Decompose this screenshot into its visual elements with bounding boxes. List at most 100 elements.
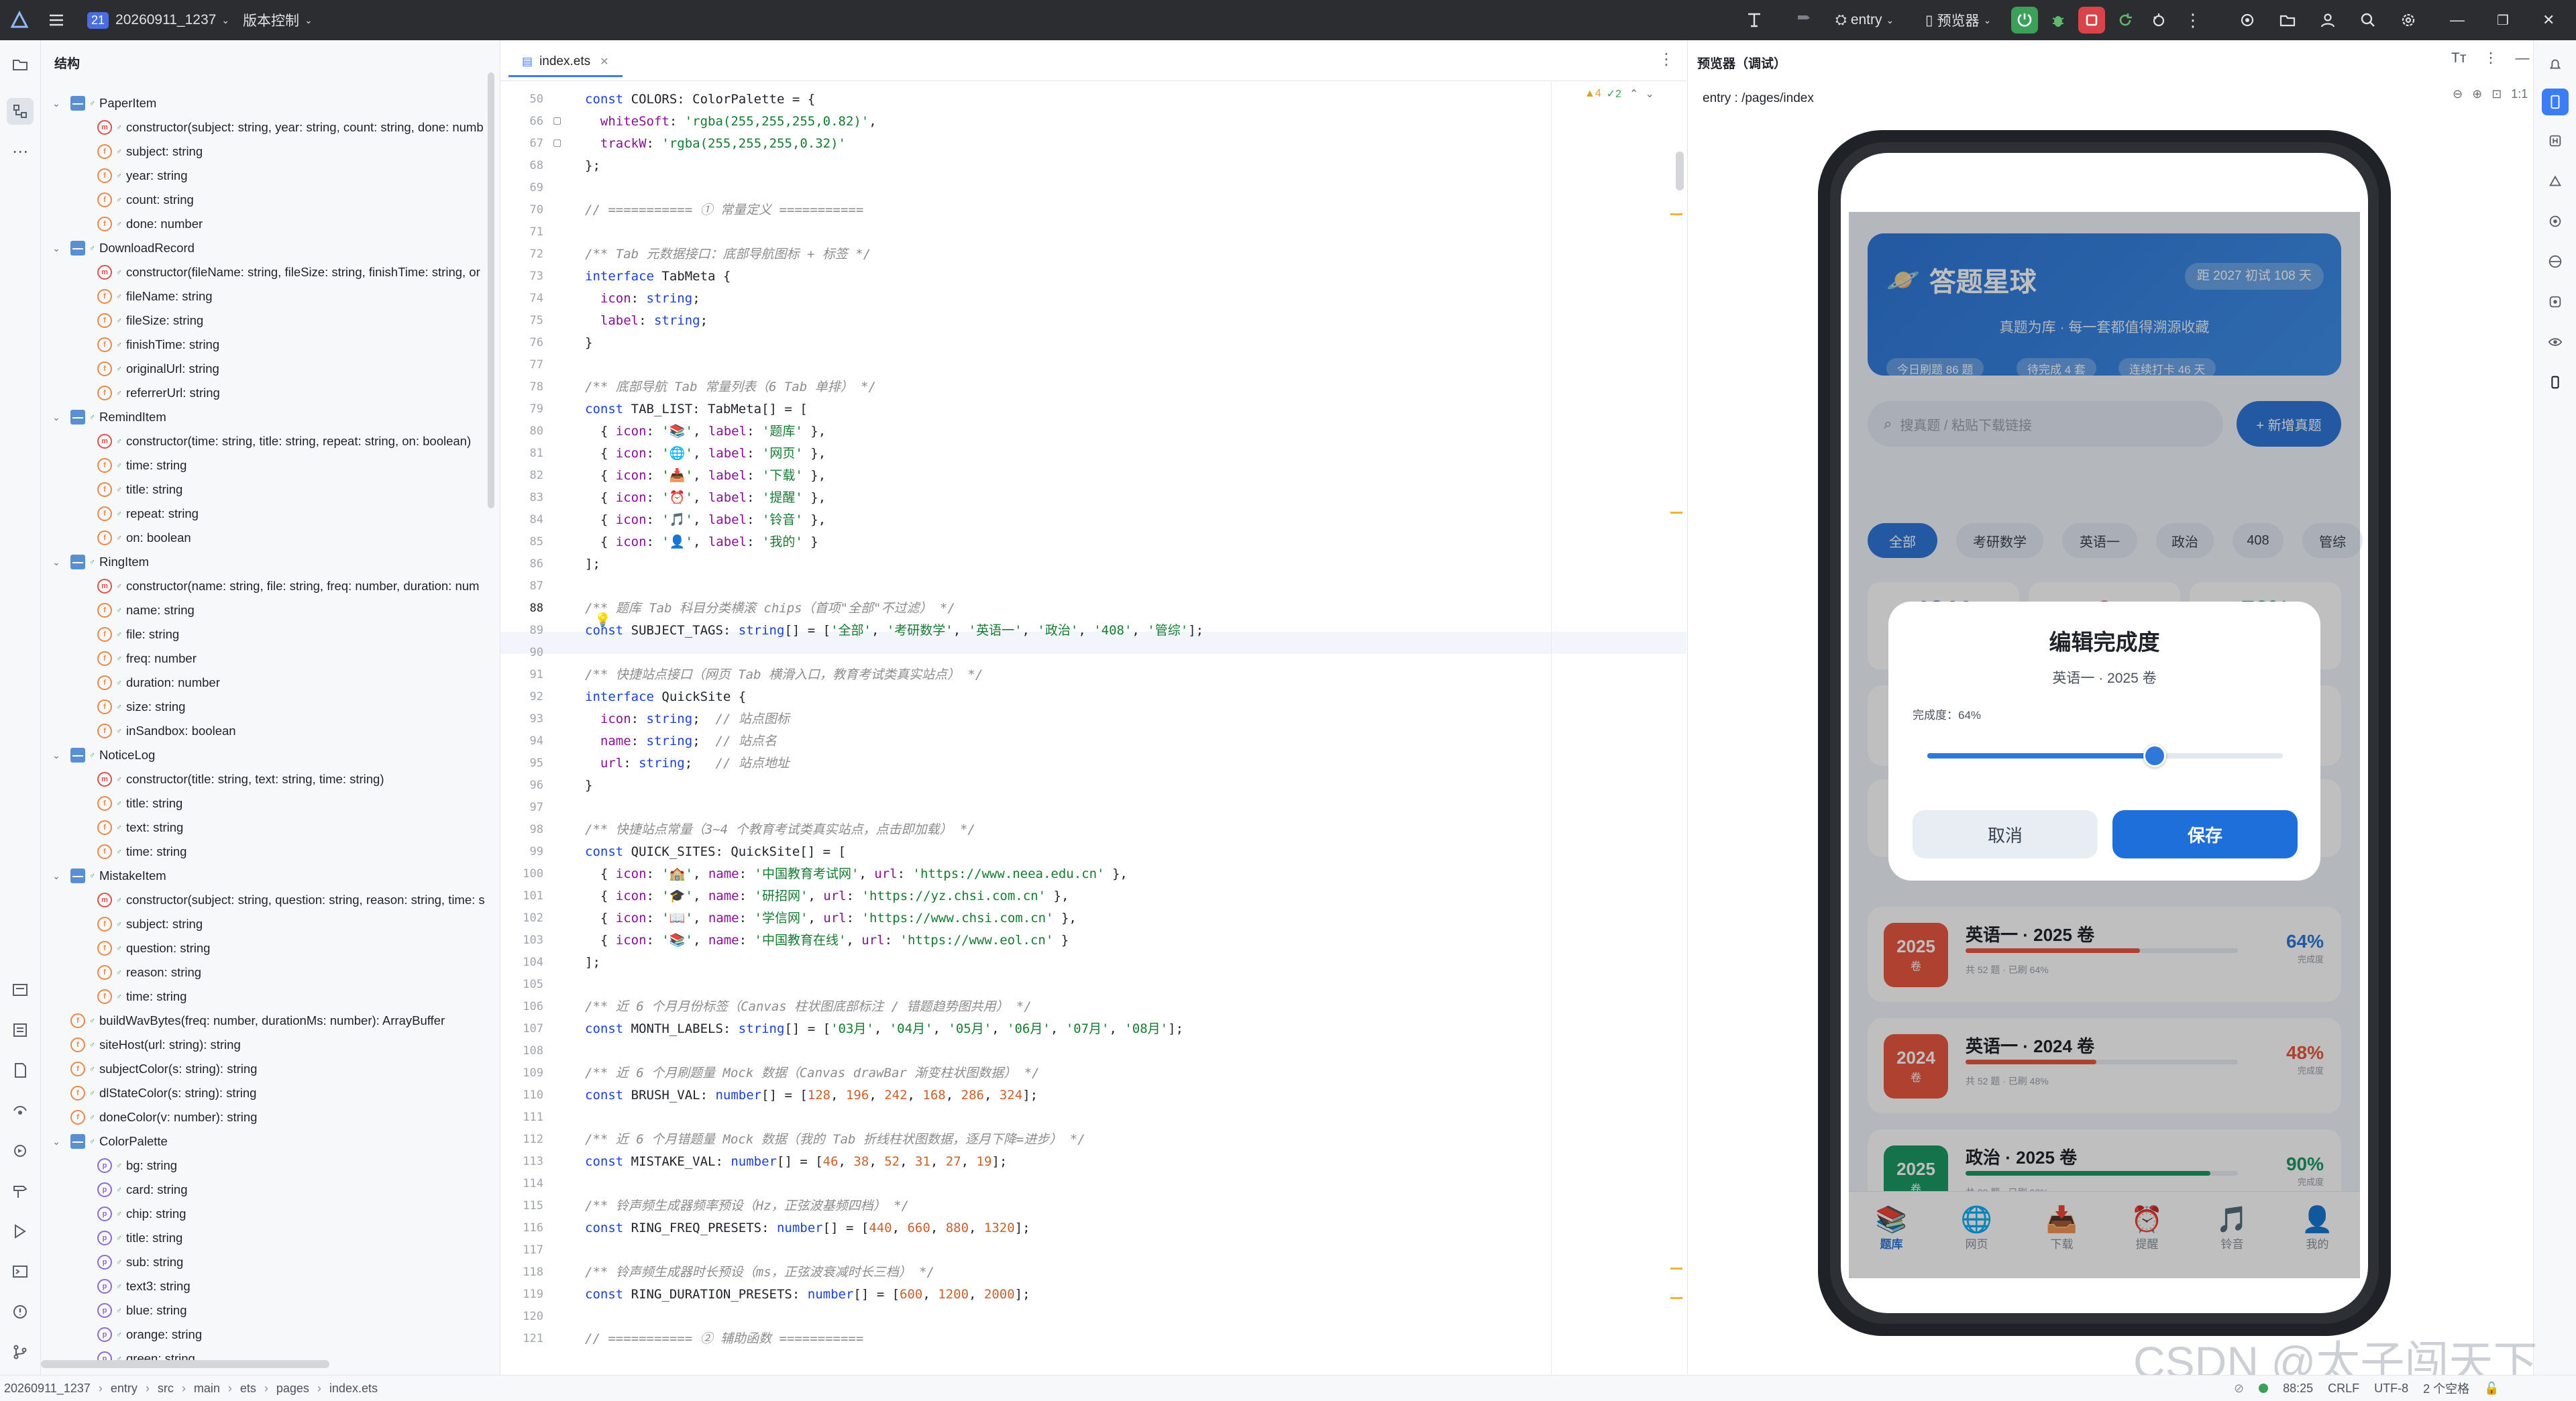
code-line[interactable]: /** 近 6 个月月份标签（Canvas 柱状图底部标注 / 错题趋势图共用）…: [585, 996, 1032, 1018]
fold-marker-icon[interactable]: ▢: [553, 115, 561, 126]
inspection-off-icon[interactable]: ⊘: [2234, 1382, 2244, 1396]
tree-row[interactable]: p ♂ card: string: [41, 1178, 490, 1202]
profiler-icon[interactable]: [2145, 0, 2172, 40]
breadcrumb-item[interactable]: 20260911_1237: [4, 1382, 91, 1396]
code-line[interactable]: ];: [585, 952, 600, 974]
tree-row[interactable]: f ♂ finishTime: string: [41, 333, 490, 357]
chevron-down-icon[interactable]: ⌄: [49, 241, 64, 256]
breadcrumb-item[interactable]: entry: [111, 1382, 138, 1396]
device-manager-icon[interactable]: [2234, 0, 2261, 40]
tree-row[interactable]: m ♂ constructor(title: string, text: strin…: [41, 767, 490, 791]
breadcrumb-item[interactable]: main: [194, 1382, 220, 1396]
code-line[interactable]: const MONTH_LABELS: string[] = ['03月', '…: [585, 1018, 1183, 1040]
tree-row[interactable]: f ♂ reason: string: [41, 960, 490, 985]
tree-row[interactable]: ⌄ ♂ NoticeLog: [41, 743, 490, 767]
log-tool-icon[interactable]: [7, 1017, 34, 1044]
warning-marker[interactable]: [1670, 213, 1682, 215]
code-line[interactable]: /** 铃声频生成器频率预设（Hz，正弦波基频四档） */: [585, 1195, 909, 1217]
fit-screen-icon[interactable]: ⊡: [2491, 87, 2502, 101]
tree-row[interactable]: p ♂ blue: string: [41, 1298, 490, 1323]
settings-gear-icon[interactable]: [2395, 0, 2422, 40]
eye-tool-icon[interactable]: [2542, 329, 2569, 355]
tree-row[interactable]: f ♂ time: string: [41, 985, 490, 1009]
indent-setting[interactable]: 2 个空格: [2423, 1380, 2469, 1397]
tree-row[interactable]: ⌄ ♂ RemindItem: [41, 405, 490, 429]
git-branch-icon[interactable]: [7, 1339, 34, 1365]
tree-row[interactable]: p ♂ text3: string: [41, 1274, 490, 1298]
slider-thumb[interactable]: [2143, 744, 2167, 767]
tree-row[interactable]: f ♂ originalUrl: string: [41, 357, 490, 381]
tree-row[interactable]: f ♂ referrerUrl: string: [41, 381, 490, 405]
code-line[interactable]: { icon: '🏫', name: '中国教育考试网', url: 'http…: [585, 863, 1128, 885]
code-line[interactable]: /** 快捷站点常量（3~4 个教育考试类真实站点，点击即加载） */: [585, 819, 975, 841]
tree-row[interactable]: f ♂ count: string: [41, 188, 490, 212]
code-line[interactable]: /** 铃声频生成器时长预设（ms，正弦波衰减时长三档） */: [585, 1262, 934, 1284]
chevron-down-icon[interactable]: ⌄: [49, 1134, 64, 1149]
code-line[interactable]: const COLORS: ColorPalette = {: [585, 89, 815, 111]
chevron-down-icon[interactable]: ⌄: [49, 555, 64, 569]
code-line[interactable]: whiteSoft: 'rgba(255,255,255,0.82)',: [585, 111, 877, 133]
code-line[interactable]: icon: string;: [585, 288, 700, 310]
tree-row[interactable]: f ♂ siteHost(url: string): string: [41, 1033, 490, 1057]
zoom-in-icon[interactable]: ⊕: [2472, 87, 2482, 101]
code-line[interactable]: { icon: '📚', label: '题库' },: [585, 421, 826, 443]
actual-size-icon[interactable]: 1:1: [2511, 87, 2528, 101]
tree-row[interactable]: f ♂ subject: string: [41, 139, 490, 164]
code-line[interactable]: /** 近 6 个月刷题量 Mock 数据（Canvas drawBar 渐变柱…: [585, 1062, 1040, 1084]
code-line[interactable]: /** Tab 元数据接口：底部导航图标 + 标签 */: [585, 243, 871, 266]
code-line[interactable]: interface QuickSite {: [585, 686, 746, 708]
services-tool-icon[interactable]: [7, 1097, 34, 1124]
project-folder-icon[interactable]: [7, 51, 34, 78]
main-menu-icon[interactable]: [47, 0, 66, 40]
tree-row[interactable]: f ♂ time: string: [41, 453, 490, 478]
close-window-icon[interactable]: ✕: [2542, 0, 2555, 40]
save-button[interactable]: 保存: [2112, 810, 2298, 858]
profiler-tool-icon[interactable]: [7, 1137, 34, 1164]
tree-row[interactable]: f ♂ buildWavBytes(freq: number, durationMs…: [41, 1009, 490, 1033]
console-tool-icon[interactable]: [7, 1258, 34, 1285]
account-icon[interactable]: [2314, 0, 2341, 40]
code-line[interactable]: url: string; // 站点地址: [585, 752, 790, 775]
code-line[interactable]: const TAB_LIST: TabMeta[] = [: [585, 398, 808, 421]
stop-button[interactable]: [2078, 0, 2105, 40]
warning-marker[interactable]: [1670, 1268, 1682, 1270]
minimize-window-icon[interactable]: —: [2450, 0, 2465, 40]
warning-tool-icon[interactable]: [7, 1298, 34, 1325]
inspector-tool-icon[interactable]: [2542, 208, 2569, 235]
tree-row[interactable]: f ♂ dlStateColor(s: string): string: [41, 1081, 490, 1105]
code-line[interactable]: const RING_FREQ_PRESETS: number[] = [440…: [585, 1217, 1030, 1239]
code-line[interactable]: { icon: '📥', label: '下载' },: [585, 465, 826, 487]
fold-marker-icon[interactable]: ▢: [553, 137, 561, 148]
editor-scrollbar[interactable]: [1676, 152, 1684, 190]
code-line[interactable]: ];: [585, 553, 600, 575]
tree-row[interactable]: m ♂ constructor(time: string, title: strin…: [41, 429, 490, 453]
run-button[interactable]: [2011, 0, 2038, 40]
code-line[interactable]: /** 题库 Tab 科目分类横滚 chips（首项"全部"不过滤） */: [585, 598, 955, 620]
hvigor-tool-icon[interactable]: [2542, 127, 2569, 154]
code-linter-icon[interactable]: [1744, 0, 1764, 40]
debug-bug-icon[interactable]: [2045, 0, 2072, 40]
device-file-icon[interactable]: [2542, 288, 2569, 315]
code-line[interactable]: }: [585, 332, 592, 354]
code-line[interactable]: icon: string; // 站点图标: [585, 708, 790, 730]
vcs-menu[interactable]: 版本控制 ⌄: [243, 0, 313, 40]
tree-row[interactable]: f ♂ subjectColor(s: string): string: [41, 1057, 490, 1081]
apply-changes-icon[interactable]: [2112, 0, 2139, 40]
folder-icon[interactable]: [2274, 0, 2301, 40]
code-line[interactable]: /** 快捷站点接口（网页 Tab 横滑入口，教育考试类真实站点） */: [585, 664, 983, 686]
chevron-down-icon[interactable]: ⌄: [1645, 87, 1654, 101]
chevron-down-icon[interactable]: ⌄: [49, 748, 64, 763]
close-tab-icon[interactable]: ✕: [600, 55, 608, 68]
progress-slider[interactable]: [1927, 744, 2283, 767]
code-line[interactable]: interface TabMeta {: [585, 266, 731, 288]
code-line[interactable]: trackW: 'rgba(255,255,255,0.32)': [585, 133, 846, 155]
tree-row[interactable]: m ♂ constructor(name: string, file: string…: [41, 574, 490, 598]
caret-position[interactable]: 88:25: [2283, 1382, 2313, 1396]
code-line[interactable]: // =========== ② 辅助函数 ===========: [585, 1328, 863, 1350]
tree-row[interactable]: f ♂ doneColor(v: number): string: [41, 1105, 490, 1129]
phone-tool-icon[interactable]: [2542, 369, 2569, 396]
tree-row[interactable]: m ♂ constructor(subject: string, year: str…: [41, 115, 490, 139]
file-encoding[interactable]: UTF-8: [2374, 1382, 2408, 1396]
code-line[interactable]: { icon: '📚', name: '中国教育在线', url: 'https…: [585, 930, 1069, 952]
code-line[interactable]: const MISTAKE_VAL: number[] = [46, 38, 5…: [585, 1151, 1007, 1173]
